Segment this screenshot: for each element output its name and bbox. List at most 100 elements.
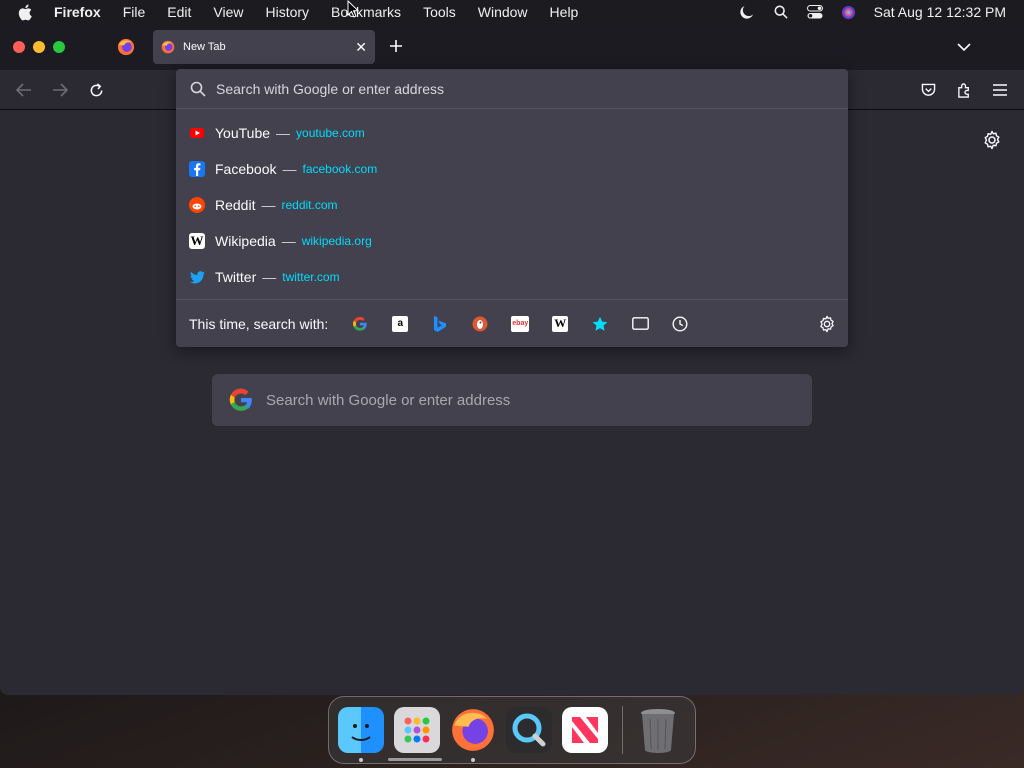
close-tab-icon[interactable]: ✕ bbox=[355, 39, 367, 56]
duckduckgo-engine-button[interactable] bbox=[460, 309, 500, 339]
menu-history[interactable]: History bbox=[254, 0, 320, 24]
amazon-engine-button[interactable]: a bbox=[380, 309, 420, 339]
spotlight-search-icon[interactable] bbox=[764, 5, 798, 19]
result-url: wikipedia.org bbox=[301, 234, 372, 248]
urlbar-input[interactable]: Search with Google or enter address bbox=[176, 69, 848, 109]
tab-new-tab[interactable]: New Tab ✕ bbox=[153, 30, 375, 64]
tabs-icon bbox=[631, 317, 649, 330]
result-separator: — bbox=[276, 125, 291, 141]
menu-view[interactable]: View bbox=[202, 0, 254, 24]
result-title: Twitter bbox=[215, 269, 257, 285]
newtab-search-box[interactable]: Search with Google or enter address bbox=[212, 374, 812, 426]
wikipedia-icon: W bbox=[552, 315, 569, 332]
new-tab-button[interactable] bbox=[384, 34, 408, 58]
google-engine-button[interactable] bbox=[340, 309, 380, 339]
firefox-window: New Tab ✕ Search with Google or enter ad… bbox=[0, 24, 1024, 695]
ebay-icon: ebay bbox=[511, 315, 530, 332]
result-separator: — bbox=[262, 269, 277, 285]
duckduckgo-icon bbox=[472, 316, 488, 331]
running-indicator bbox=[471, 758, 475, 762]
siri-icon[interactable] bbox=[832, 5, 866, 20]
news-icon bbox=[572, 717, 598, 743]
history-icon bbox=[672, 315, 688, 332]
window-controls bbox=[13, 41, 65, 53]
back-button[interactable] bbox=[12, 78, 36, 102]
dock-separator bbox=[622, 706, 623, 754]
result-wikipedia[interactable]: W Wikipedia — wikipedia.org bbox=[176, 223, 848, 259]
result-separator: — bbox=[281, 233, 296, 249]
menu-app-name[interactable]: Firefox bbox=[50, 0, 112, 24]
menu-edit[interactable]: Edit bbox=[156, 0, 202, 24]
quicktime-icon bbox=[512, 713, 546, 747]
menu-help[interactable]: Help bbox=[539, 0, 590, 24]
pinned-tab[interactable] bbox=[104, 30, 148, 64]
result-separator: — bbox=[261, 197, 276, 213]
menu-bookmarks[interactable]: Bookmarks bbox=[320, 0, 412, 24]
dock-finder[interactable] bbox=[338, 707, 384, 762]
list-all-tabs-button[interactable] bbox=[952, 35, 976, 59]
apple-menu-icon[interactable] bbox=[18, 4, 38, 21]
history-search-button[interactable] bbox=[660, 309, 700, 339]
zoom-window-button[interactable] bbox=[53, 41, 65, 53]
reddit-icon bbox=[189, 197, 205, 213]
result-separator: — bbox=[282, 161, 297, 177]
chevron-down-icon bbox=[957, 42, 971, 51]
urlbar-placeholder: Search with Google or enter address bbox=[216, 80, 445, 97]
tabs-search-button[interactable] bbox=[620, 309, 660, 339]
gear-icon bbox=[820, 315, 834, 333]
dock-launchpad[interactable] bbox=[394, 707, 440, 753]
result-title: Wikipedia bbox=[215, 233, 276, 249]
macos-menubar: Firefox File Edit View History Bookmarks… bbox=[0, 0, 1024, 24]
dock-firefox[interactable] bbox=[450, 707, 496, 762]
google-icon bbox=[353, 316, 367, 331]
minimize-window-button[interactable] bbox=[33, 41, 45, 53]
oneoff-label: This time, search with: bbox=[189, 315, 329, 332]
macos-dock bbox=[328, 696, 696, 764]
forward-button[interactable] bbox=[48, 78, 72, 102]
menubar-clock[interactable]: Sat Aug 12 12:32 PM bbox=[874, 4, 1006, 20]
moon-icon[interactable] bbox=[730, 5, 764, 20]
back-arrow-icon bbox=[16, 83, 31, 97]
bookmarks-search-button[interactable] bbox=[580, 309, 620, 339]
dock-news[interactable] bbox=[562, 707, 608, 753]
finder-icon bbox=[351, 724, 371, 741]
twitter-icon bbox=[189, 269, 205, 285]
google-icon bbox=[229, 388, 252, 411]
result-url: reddit.com bbox=[281, 198, 338, 212]
bookmarks-icon bbox=[592, 316, 608, 331]
reload-icon bbox=[90, 82, 102, 96]
result-url: twitter.com bbox=[282, 270, 340, 284]
puzzle-piece-icon bbox=[957, 82, 969, 98]
bing-engine-button[interactable] bbox=[420, 309, 460, 339]
result-facebook[interactable]: Facebook — facebook.com bbox=[176, 151, 848, 187]
dock-progress-bar bbox=[388, 758, 442, 761]
wikipedia-engine-button[interactable]: W bbox=[540, 309, 580, 339]
firefox-icon bbox=[117, 38, 135, 56]
pocket-button[interactable] bbox=[916, 78, 940, 102]
result-url: facebook.com bbox=[302, 162, 378, 176]
bing-icon bbox=[434, 315, 447, 332]
pocket-icon bbox=[921, 83, 935, 96]
result-twitter[interactable]: Twitter — twitter.com bbox=[176, 259, 848, 295]
amazon-icon: a bbox=[392, 315, 409, 332]
app-menu-button[interactable] bbox=[988, 78, 1012, 102]
menu-file[interactable]: File bbox=[112, 0, 157, 24]
dock-trash[interactable] bbox=[635, 707, 681, 753]
search-settings-button[interactable] bbox=[818, 315, 836, 333]
control-center-icon[interactable] bbox=[798, 5, 832, 19]
result-reddit[interactable]: Reddit — reddit.com bbox=[176, 187, 848, 223]
reload-button[interactable] bbox=[84, 78, 108, 102]
dock-quicktime[interactable] bbox=[506, 707, 552, 753]
extensions-button[interactable] bbox=[952, 78, 976, 102]
result-youtube[interactable]: YouTube — youtube.com bbox=[176, 115, 848, 151]
firefox-icon bbox=[452, 709, 494, 751]
launchpad-icon bbox=[404, 717, 430, 743]
menu-tools[interactable]: Tools bbox=[412, 0, 467, 24]
menu-window[interactable]: Window bbox=[467, 0, 539, 24]
personalize-settings-button[interactable] bbox=[982, 130, 1004, 152]
gear-icon bbox=[984, 130, 1000, 150]
close-window-button[interactable] bbox=[13, 41, 25, 53]
ebay-engine-button[interactable]: ebay bbox=[500, 309, 540, 339]
forward-arrow-icon bbox=[53, 83, 68, 97]
wikipedia-icon: W bbox=[189, 233, 205, 249]
